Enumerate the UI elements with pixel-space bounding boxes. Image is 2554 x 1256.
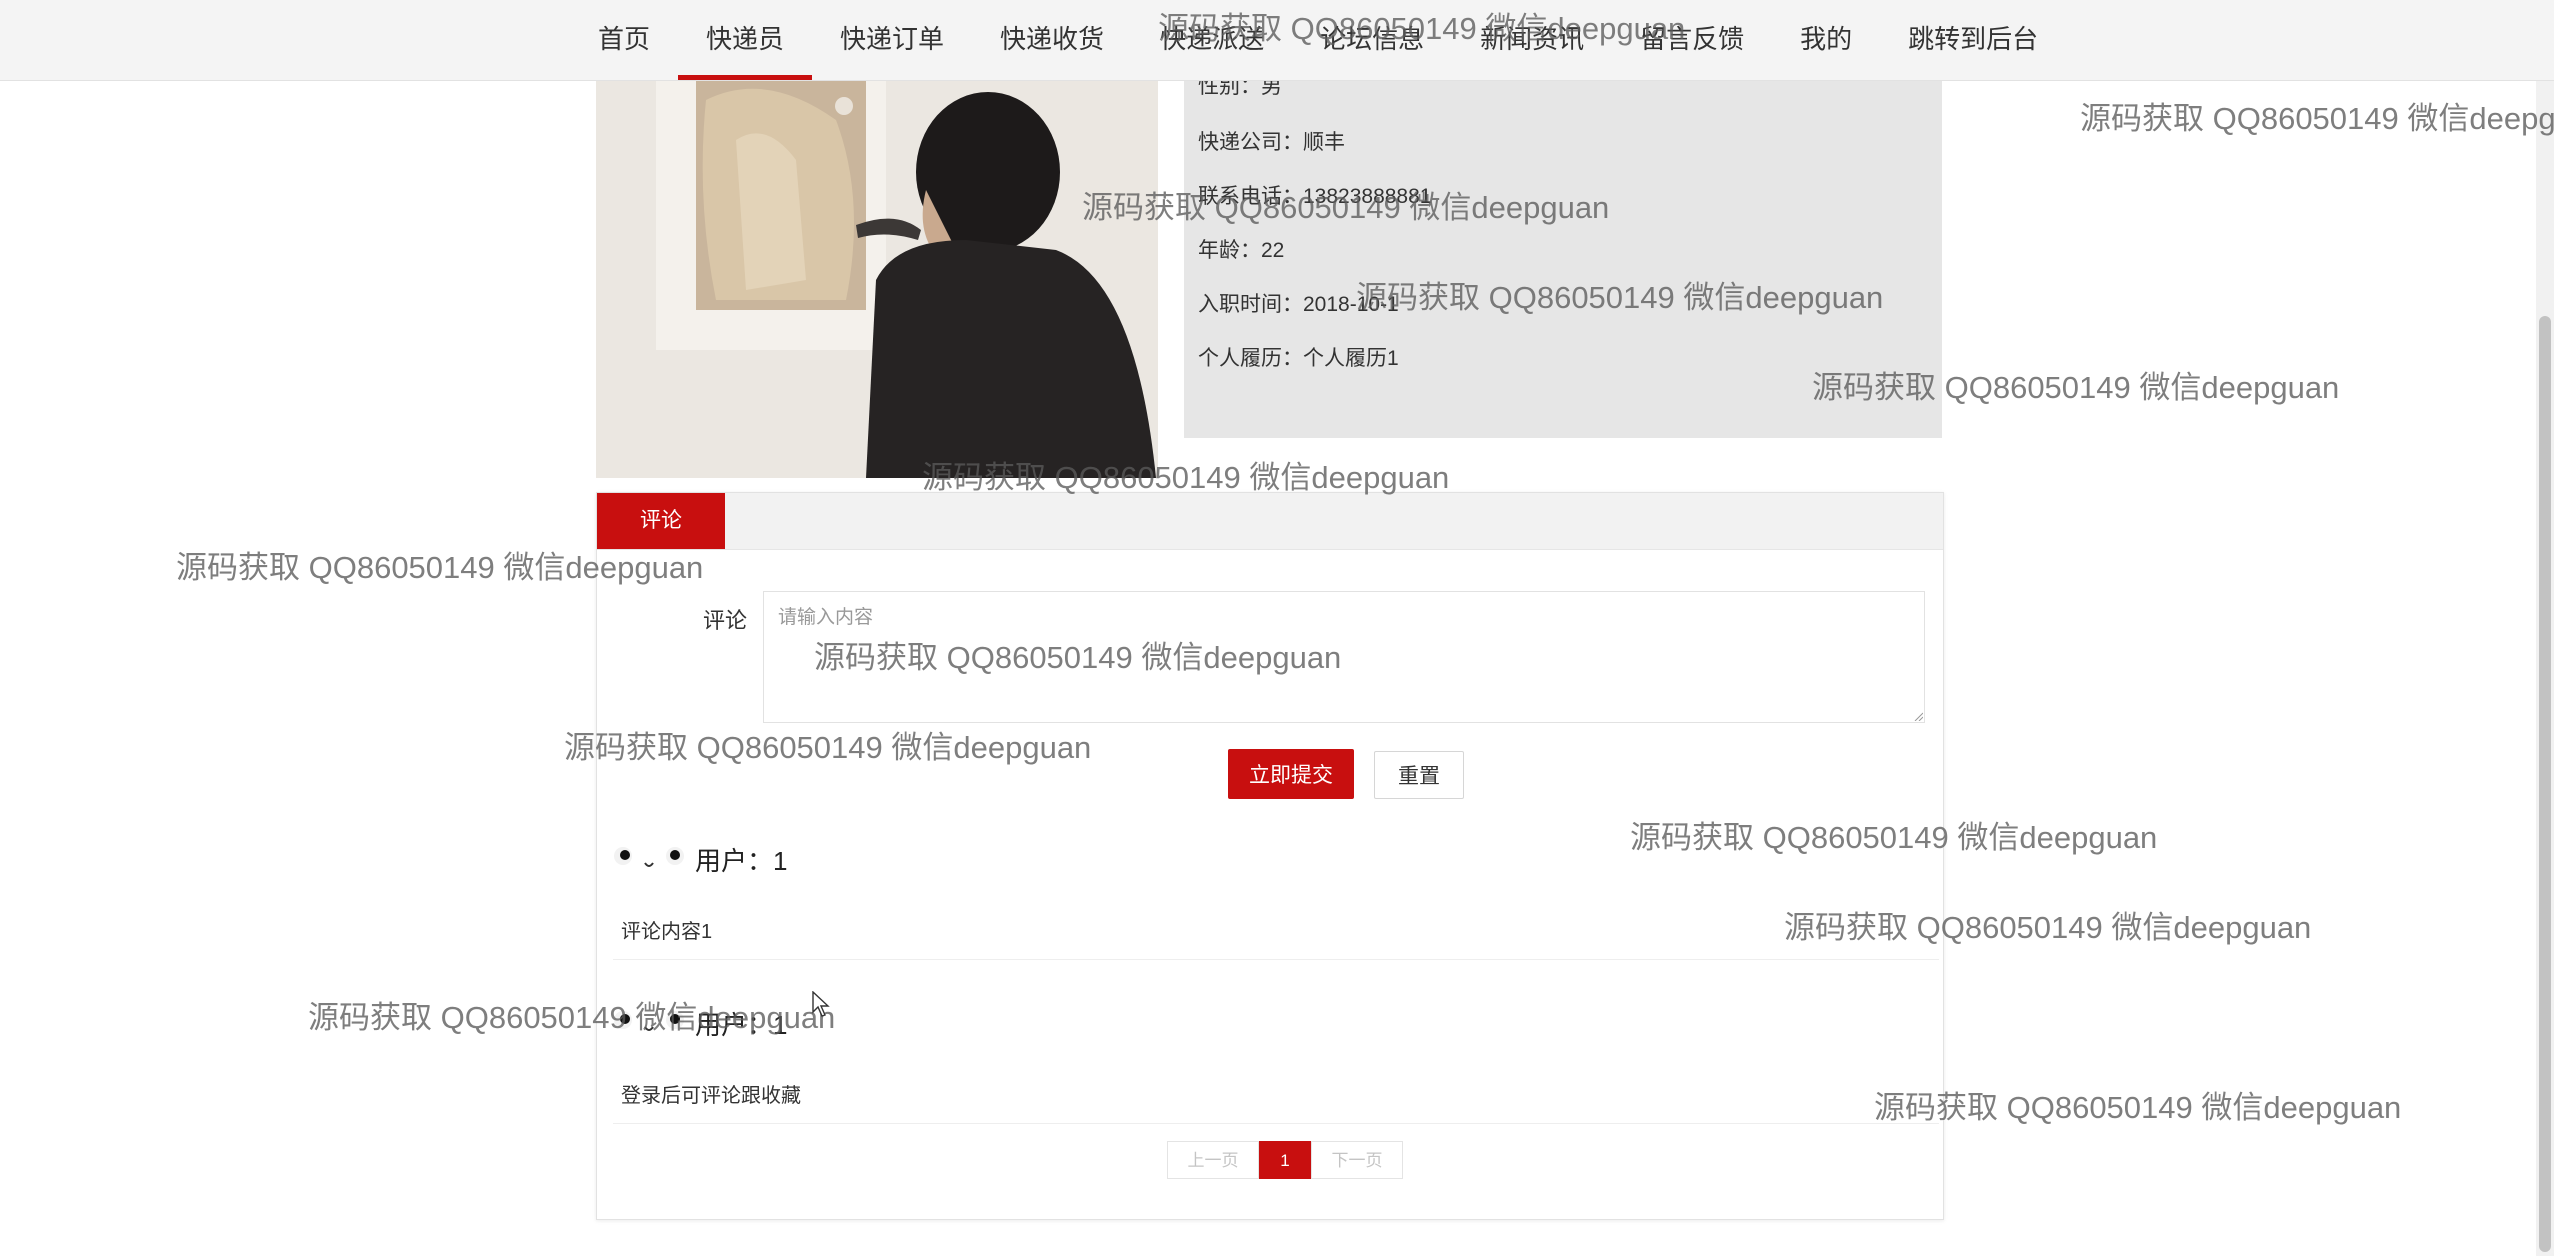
nav-item-news[interactable]: 新闻资讯 bbox=[1452, 0, 1612, 80]
nav-item-admin[interactable]: 跳转到后台 bbox=[1880, 0, 2066, 80]
comment-text: 登录后可评论跟收藏 bbox=[621, 1085, 801, 1107]
comment-input[interactable] bbox=[763, 591, 1925, 723]
info-join-date: 入职时间：2018-10-1 bbox=[1198, 293, 1399, 316]
nav-item-delivery[interactable]: 快递派送 bbox=[1132, 0, 1292, 80]
top-nav: 首页 快递员 快递订单 快递收货 快递派送 论坛信息 新闻资讯 留言反馈 我的 … bbox=[0, 0, 2554, 81]
submit-button[interactable]: 立即提交 bbox=[1228, 749, 1354, 799]
comment-card: 评论 评论 立即提交 重置 用户：1 评论内容1 用户：1 登录后可评论跟收藏 … bbox=[596, 492, 1944, 1220]
comment-text: 评论内容1 bbox=[621, 921, 713, 943]
scrollbar-thumb[interactable] bbox=[2539, 316, 2551, 1252]
info-phone: 联系电话：13823888881 bbox=[1198, 185, 1432, 208]
info-company: 快递公司：顺丰 bbox=[1198, 131, 1345, 154]
next-page-button[interactable]: 下一页 bbox=[1311, 1141, 1403, 1179]
nav-item-home[interactable]: 首页 bbox=[570, 0, 678, 80]
comment-tab-bar: 评论 bbox=[597, 493, 1943, 550]
reset-button[interactable]: 重置 bbox=[1374, 751, 1464, 799]
pagination: 上一页 1 下一页 bbox=[1167, 1141, 1403, 1179]
nav-item-mine[interactable]: 我的 bbox=[1772, 0, 1880, 80]
nav-menu: 首页 快递员 快递订单 快递收货 快递派送 论坛信息 新闻资讯 留言反馈 我的 … bbox=[570, 0, 2066, 80]
comment-user: 用户：1 bbox=[695, 1010, 788, 1040]
comment-user: 用户：1 bbox=[695, 846, 788, 876]
prev-page-button[interactable]: 上一页 bbox=[1167, 1141, 1259, 1179]
watermark-text: 源码获取 QQ86050149 微信deepguan bbox=[1874, 1090, 2402, 1125]
page-scrollbar[interactable] bbox=[2536, 80, 2554, 1256]
info-resume: 个人履历：个人履历1 bbox=[1198, 347, 1399, 370]
emoji-avatar-icon bbox=[614, 1011, 684, 1031]
tab-comment[interactable]: 评论 bbox=[597, 493, 725, 549]
watermark-text: 源码获取 QQ86050149 微信deepguan bbox=[2080, 101, 2554, 136]
courier-photo bbox=[596, 80, 1158, 478]
emoji-avatar-icon bbox=[614, 847, 684, 867]
nav-item-orders[interactable]: 快递订单 bbox=[812, 0, 972, 80]
courier-photo-image bbox=[596, 80, 1158, 478]
info-age: 年龄：22 bbox=[1198, 239, 1285, 262]
courier-info-panel: 性别：男 快递公司：顺丰 联系电话：13823888881 年龄：22 入职时间… bbox=[1184, 75, 1942, 438]
resize-grip-icon[interactable] bbox=[1913, 711, 1923, 721]
nav-item-forum[interactable]: 论坛信息 bbox=[1292, 0, 1452, 80]
nav-item-courier[interactable]: 快递员 bbox=[678, 0, 813, 80]
comment-field-label: 评论 bbox=[703, 608, 748, 633]
mouse-cursor-icon bbox=[812, 991, 830, 1017]
page-1-button[interactable]: 1 bbox=[1259, 1141, 1311, 1179]
comment-item: 用户：1 评论内容1 bbox=[613, 827, 1939, 960]
nav-item-receiving[interactable]: 快递收货 bbox=[972, 0, 1132, 80]
nav-item-feedback[interactable]: 留言反馈 bbox=[1612, 0, 1772, 80]
